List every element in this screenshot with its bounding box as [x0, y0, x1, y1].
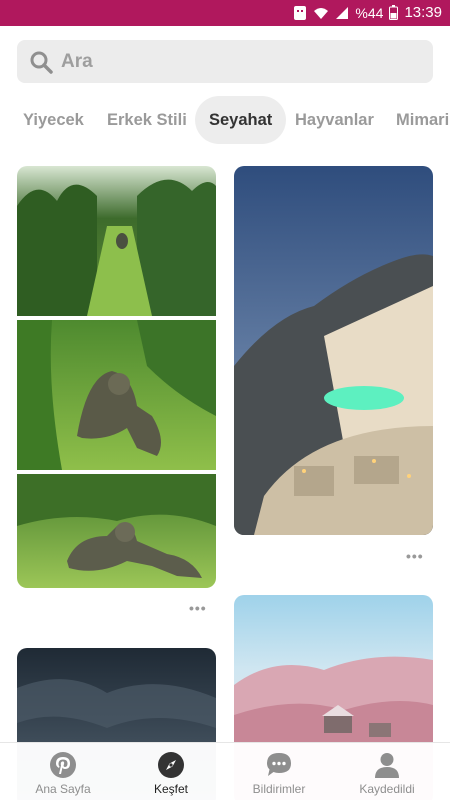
battery-icon: [389, 5, 399, 20]
nav-home[interactable]: Ana Sayfa: [7, 743, 119, 800]
nav-home-label: Ana Sayfa: [35, 782, 91, 796]
nav-notifications-label: Bildirimler: [252, 782, 306, 796]
santorini-pin-more-button[interactable]: •••: [406, 548, 424, 564]
nav-saved-label: Kaydedildi: [359, 782, 415, 796]
swamp-pin-more-button[interactable]: •••: [189, 600, 207, 616]
swamp-sculptures-image: [17, 166, 216, 588]
nav-explore[interactable]: Keşfet: [115, 743, 227, 800]
santorini-terrace-pin[interactable]: [234, 166, 433, 535]
search-icon: [29, 50, 53, 74]
pinterest-icon: [49, 751, 77, 779]
category-tabs: Yiyecek Erkek Stili Seyahat Hayvanlar Mi…: [0, 96, 450, 144]
swamp-sculptures-pin[interactable]: [17, 166, 216, 588]
nav-explore-label: Keşfet: [153, 782, 189, 796]
search-bar[interactable]: Ara: [17, 40, 433, 83]
tab-hayvanlar[interactable]: Hayvanlar: [295, 96, 374, 144]
bottom-navigation: Ana Sayfa Keşfet Bildirimler Kaydedildi: [0, 742, 450, 800]
nav-saved[interactable]: Kaydedildi: [331, 743, 443, 800]
tab-yiyecek[interactable]: Yiyecek: [23, 96, 84, 144]
clock: 13:39: [404, 4, 442, 21]
wifi-icon: [313, 6, 329, 20]
nav-notifications[interactable]: Bildirimler: [223, 743, 335, 800]
compass-icon: [157, 751, 185, 779]
profile-icon: [373, 751, 401, 779]
signal-icon: [335, 6, 349, 20]
status-bar: %44 13:39: [0, 0, 450, 26]
search-input[interactable]: Ara: [61, 51, 93, 73]
chat-bubble-icon: [265, 751, 293, 779]
tab-erkek-stili[interactable]: Erkek Stili: [107, 96, 187, 144]
santorini-terrace-image: [234, 166, 433, 535]
battery-percent: %44: [355, 4, 384, 21]
tab-mimari[interactable]: Mimari: [396, 96, 449, 144]
tab-seyahat[interactable]: Seyahat: [195, 96, 287, 144]
notification-icon: [293, 5, 307, 21]
